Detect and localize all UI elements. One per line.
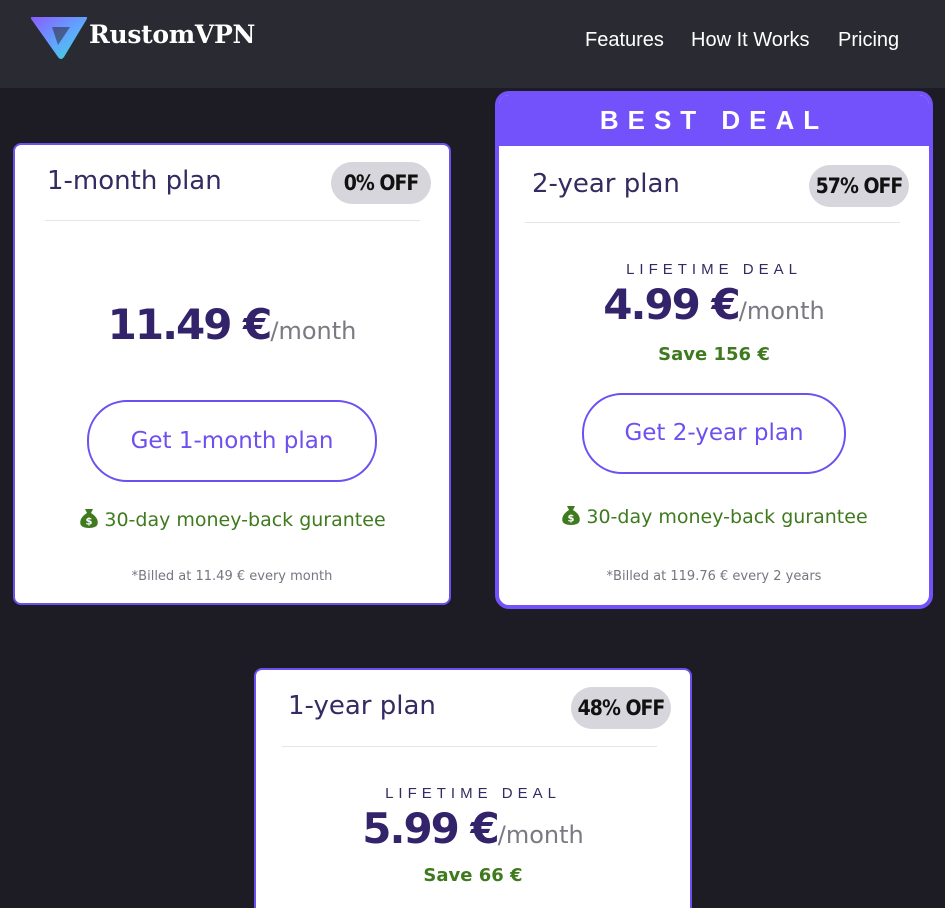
svg-text:$: $ bbox=[86, 517, 93, 528]
triangle-play-logo-icon[interactable] bbox=[30, 15, 88, 61]
guarantee-text: 30-day money-back gurantee bbox=[586, 506, 868, 528]
svg-text:$: $ bbox=[568, 514, 575, 525]
price-period: /month bbox=[497, 821, 584, 849]
discount-badge: 48% OFF bbox=[571, 687, 671, 729]
price-amount: 4.99 € bbox=[603, 280, 740, 329]
plan-name: 2-year plan bbox=[532, 169, 680, 199]
money-bag-icon: $ bbox=[562, 506, 581, 525]
billing-note: *Billed at 119.76 € every 2 years bbox=[606, 569, 822, 584]
price: 11.49 €/month bbox=[15, 300, 449, 349]
money-back-guarantee: $ 30-day money-back gurantee bbox=[499, 504, 929, 528]
get-2-year-plan-button[interactable]: Get 2-year plan bbox=[582, 393, 846, 474]
lifetime-deal-label: LIFETIME DEAL bbox=[385, 785, 561, 802]
divider bbox=[282, 746, 657, 747]
billing-note: *Billed at 11.49 € every month bbox=[131, 569, 333, 584]
plan-card-1-month: 1-month plan 0% OFF 11.49 €/month Get 1-… bbox=[13, 143, 451, 605]
price-period: /month bbox=[270, 317, 357, 345]
top-navbar: RustomVPN Features How It Works Pricing bbox=[0, 0, 945, 88]
nav-link-how-it-works[interactable]: How It Works bbox=[691, 29, 810, 52]
plan-card-2-year: BEST DEAL 2-year plan 57% OFF LIFETIME D… bbox=[495, 91, 933, 609]
price: 4.99 €/month bbox=[499, 280, 929, 329]
plan-name: 1-month plan bbox=[47, 166, 222, 196]
plan-name: 1-year plan bbox=[288, 691, 436, 721]
lifetime-deal-label: LIFETIME DEAL bbox=[626, 261, 802, 278]
price-period: /month bbox=[738, 297, 825, 325]
divider bbox=[525, 222, 900, 223]
money-back-guarantee: $ 30-day money-back gurantee bbox=[15, 507, 449, 531]
nav-link-features[interactable]: Features bbox=[585, 29, 664, 52]
price: 5.99 €/month bbox=[256, 804, 690, 853]
price-amount: 11.49 € bbox=[107, 300, 273, 349]
brand-name[interactable]: RustomVPN bbox=[89, 20, 255, 49]
savings-text: Save 66 € bbox=[423, 865, 523, 886]
money-bag-icon: $ bbox=[80, 509, 99, 528]
discount-badge: 57% OFF bbox=[809, 165, 909, 207]
get-1-month-plan-button[interactable]: Get 1-month plan bbox=[87, 400, 377, 482]
best-deal-banner: BEST DEAL bbox=[499, 95, 929, 146]
discount-badge: 0% OFF bbox=[331, 162, 431, 204]
savings-text: Save 156 € bbox=[658, 344, 770, 365]
divider bbox=[45, 220, 420, 221]
guarantee-text: 30-day money-back gurantee bbox=[104, 509, 386, 531]
price-amount: 5.99 € bbox=[362, 804, 499, 853]
plan-card-1-year: 1-year plan 48% OFF LIFETIME DEAL 5.99 €… bbox=[254, 668, 692, 908]
nav-link-pricing[interactable]: Pricing bbox=[838, 29, 899, 52]
